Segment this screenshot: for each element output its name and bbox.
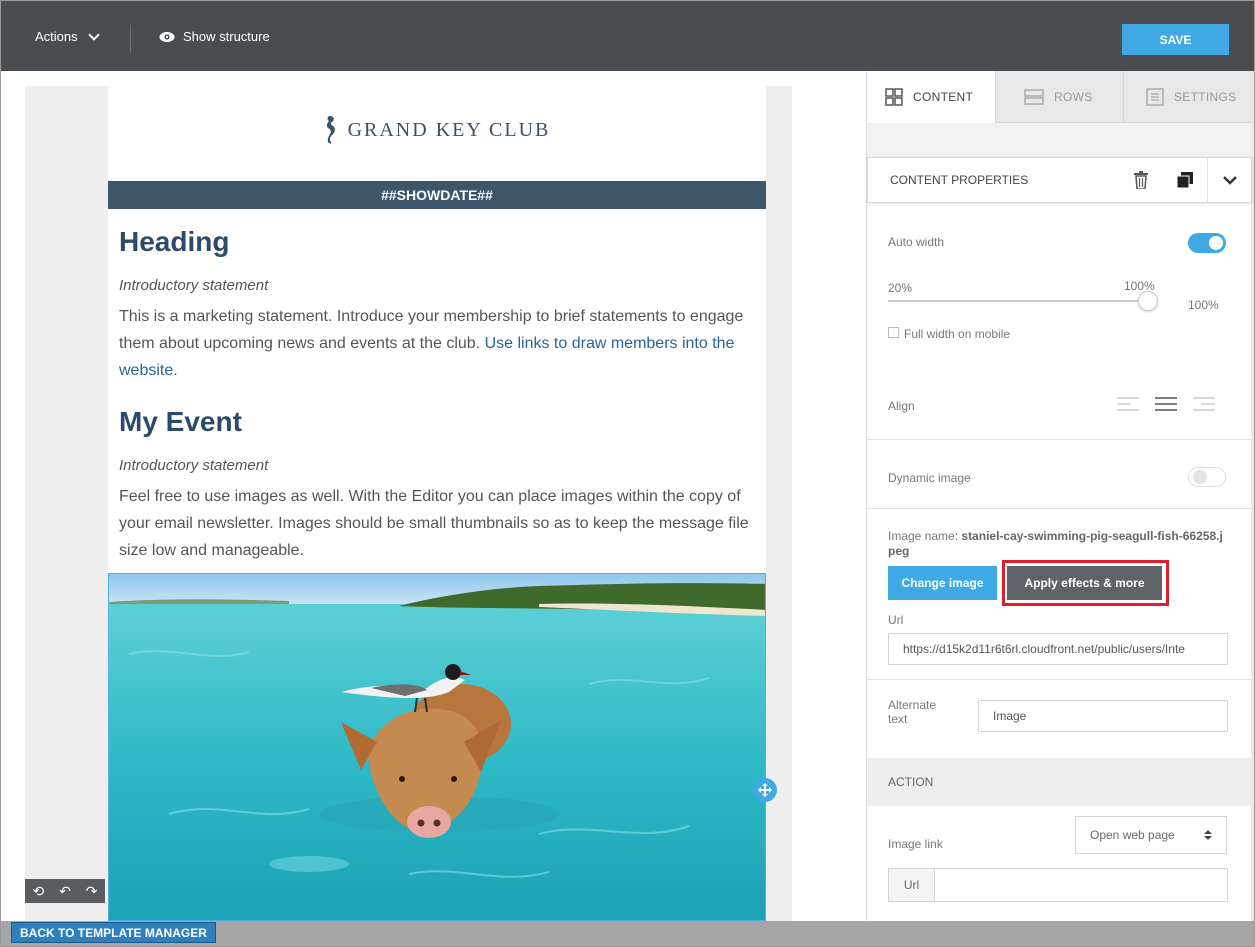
content-properties-header: CONTENT PROPERTIES — [867, 157, 1252, 203]
change-image-button[interactable]: Change image — [888, 566, 997, 600]
full-width-mobile-checkbox[interactable] — [888, 327, 899, 338]
tab-settings-label: SETTINGS — [1174, 89, 1237, 104]
delete-button[interactable] — [1119, 157, 1163, 203]
duplicate-icon — [1177, 172, 1193, 188]
image-url-input[interactable]: https://d15k2d11r6t6rl.cloudfront.net/pu… — [888, 633, 1228, 665]
editor-window: Actions Show structure SAVE GRAND KEY CL… — [0, 0, 1255, 947]
date-bar[interactable]: ##SHOWDATE## — [108, 181, 766, 209]
link-url-label: Url — [889, 869, 935, 901]
image-link-select[interactable]: Open web page — [1075, 816, 1227, 854]
event-intro-statement[interactable]: Introductory statement — [119, 457, 268, 474]
align-right-icon[interactable] — [1193, 396, 1215, 412]
action-section-label: ACTION — [888, 775, 934, 789]
image-link-selected: Open web page — [1090, 828, 1175, 842]
link-url-field: Url — [888, 868, 1228, 902]
slider-value: 100% — [1188, 298, 1219, 312]
history-controls: ⟲ ↶ ↷ — [25, 879, 105, 903]
content-properties-title: CONTENT PROPERTIES — [890, 173, 1029, 187]
bottom-bar: BACK TO TEMPLATE MANAGER — [1, 921, 1254, 946]
width-slider-handle[interactable] — [1138, 291, 1158, 311]
properties-sidebar: CONTENT ROWS SETTINGS CONTENT PROPERTIES… — [866, 71, 1254, 921]
chevron-down-icon — [87, 28, 100, 41]
tab-rows-label: ROWS — [1054, 89, 1093, 104]
dynamic-image-toggle[interactable] — [1188, 467, 1226, 487]
editor-canvas: GRAND KEY CLUB ##SHOWDATE## Heading Intr… — [1, 71, 866, 921]
divider — [867, 508, 1252, 509]
actions-menu[interactable]: Actions — [35, 28, 100, 44]
tab-content-label: CONTENT — [913, 90, 974, 104]
url-label: Url — [888, 613, 904, 627]
trash-icon — [1134, 171, 1148, 189]
action-section-header: ACTION — [867, 758, 1252, 806]
align-center-icon[interactable] — [1155, 396, 1177, 412]
align-options — [1117, 396, 1215, 412]
actions-label: Actions — [35, 29, 78, 44]
align-label: Align — [888, 399, 915, 413]
alt-text-label: Alternate text — [888, 698, 937, 726]
select-arrows-icon — [1204, 830, 1212, 840]
alt-text-input[interactable]: Image — [978, 700, 1228, 732]
event-paragraph[interactable]: Feel free to use images as well. With th… — [119, 483, 749, 564]
intro-statement[interactable]: Introductory statement — [119, 277, 268, 294]
tab-content[interactable]: CONTENT — [867, 71, 995, 123]
image-name-info: Image name: staniel-cay-swimming-pig-sea… — [888, 529, 1230, 559]
tab-settings[interactable]: SETTINGS — [1123, 71, 1254, 123]
toolbar-divider — [130, 25, 131, 53]
link-url-input[interactable] — [935, 869, 1227, 901]
toggle-knob — [1193, 470, 1207, 484]
full-width-mobile-label: Full width on mobile — [904, 327, 1011, 341]
content-properties-body: Auto width 20% 100% 100% Full width on m… — [867, 203, 1252, 921]
auto-width-toggle[interactable] — [1188, 233, 1226, 253]
move-handle[interactable] — [753, 778, 777, 802]
divider — [867, 679, 1252, 680]
seahorse-logo-icon — [326, 116, 335, 144]
width-slider-track[interactable] — [888, 300, 1146, 302]
grid-icon — [885, 88, 903, 106]
rows-icon — [1024, 88, 1044, 105]
email-body: GRAND KEY CLUB ##SHOWDATE## Heading Intr… — [108, 86, 766, 921]
dynamic-image-label: Dynamic image — [888, 471, 971, 485]
show-structure-toggle[interactable]: Show structure — [159, 29, 270, 44]
highlight-box — [1002, 560, 1169, 606]
undo-icon[interactable]: ↶ — [59, 883, 71, 900]
section-heading[interactable]: Heading — [119, 226, 229, 258]
swimming-pig-photo — [109, 574, 765, 920]
selected-image-block[interactable] — [108, 573, 766, 921]
logo-text: GRAND KEY CLUB — [347, 118, 551, 141]
collapse-button[interactable] — [1207, 157, 1251, 203]
tab-rows[interactable]: ROWS — [995, 71, 1123, 123]
history-icon[interactable]: ⟲ — [32, 883, 44, 900]
image-name-label: Image name: — [888, 529, 959, 543]
redo-icon[interactable]: ↷ — [86, 883, 98, 900]
align-left-icon[interactable] — [1117, 396, 1139, 412]
marketing-paragraph[interactable]: This is a marketing statement. Introduce… — [119, 303, 749, 384]
divider — [867, 439, 1252, 440]
logo-block[interactable]: GRAND KEY CLUB — [108, 110, 766, 150]
back-to-template-manager-button[interactable]: BACK TO TEMPLATE MANAGER — [11, 922, 216, 943]
top-toolbar: Actions Show structure SAVE — [1, 1, 1254, 71]
move-arrows-icon — [758, 783, 772, 797]
settings-icon — [1146, 87, 1164, 106]
slider-min-label: 20% — [888, 281, 913, 295]
sidebar-tabs: CONTENT ROWS SETTINGS — [867, 71, 1254, 123]
email-stage: GRAND KEY CLUB ##SHOWDATE## Heading Intr… — [25, 86, 792, 921]
event-heading[interactable]: My Event — [119, 406, 242, 438]
eye-icon — [159, 31, 175, 42]
auto-width-label: Auto width — [888, 235, 945, 249]
chevron-down-icon — [1222, 176, 1237, 185]
image-link-label: Image link — [888, 837, 943, 851]
save-button[interactable]: SAVE — [1122, 24, 1229, 55]
show-structure-label: Show structure — [183, 29, 270, 44]
duplicate-button[interactable] — [1163, 157, 1207, 203]
toggle-knob — [1209, 236, 1223, 250]
